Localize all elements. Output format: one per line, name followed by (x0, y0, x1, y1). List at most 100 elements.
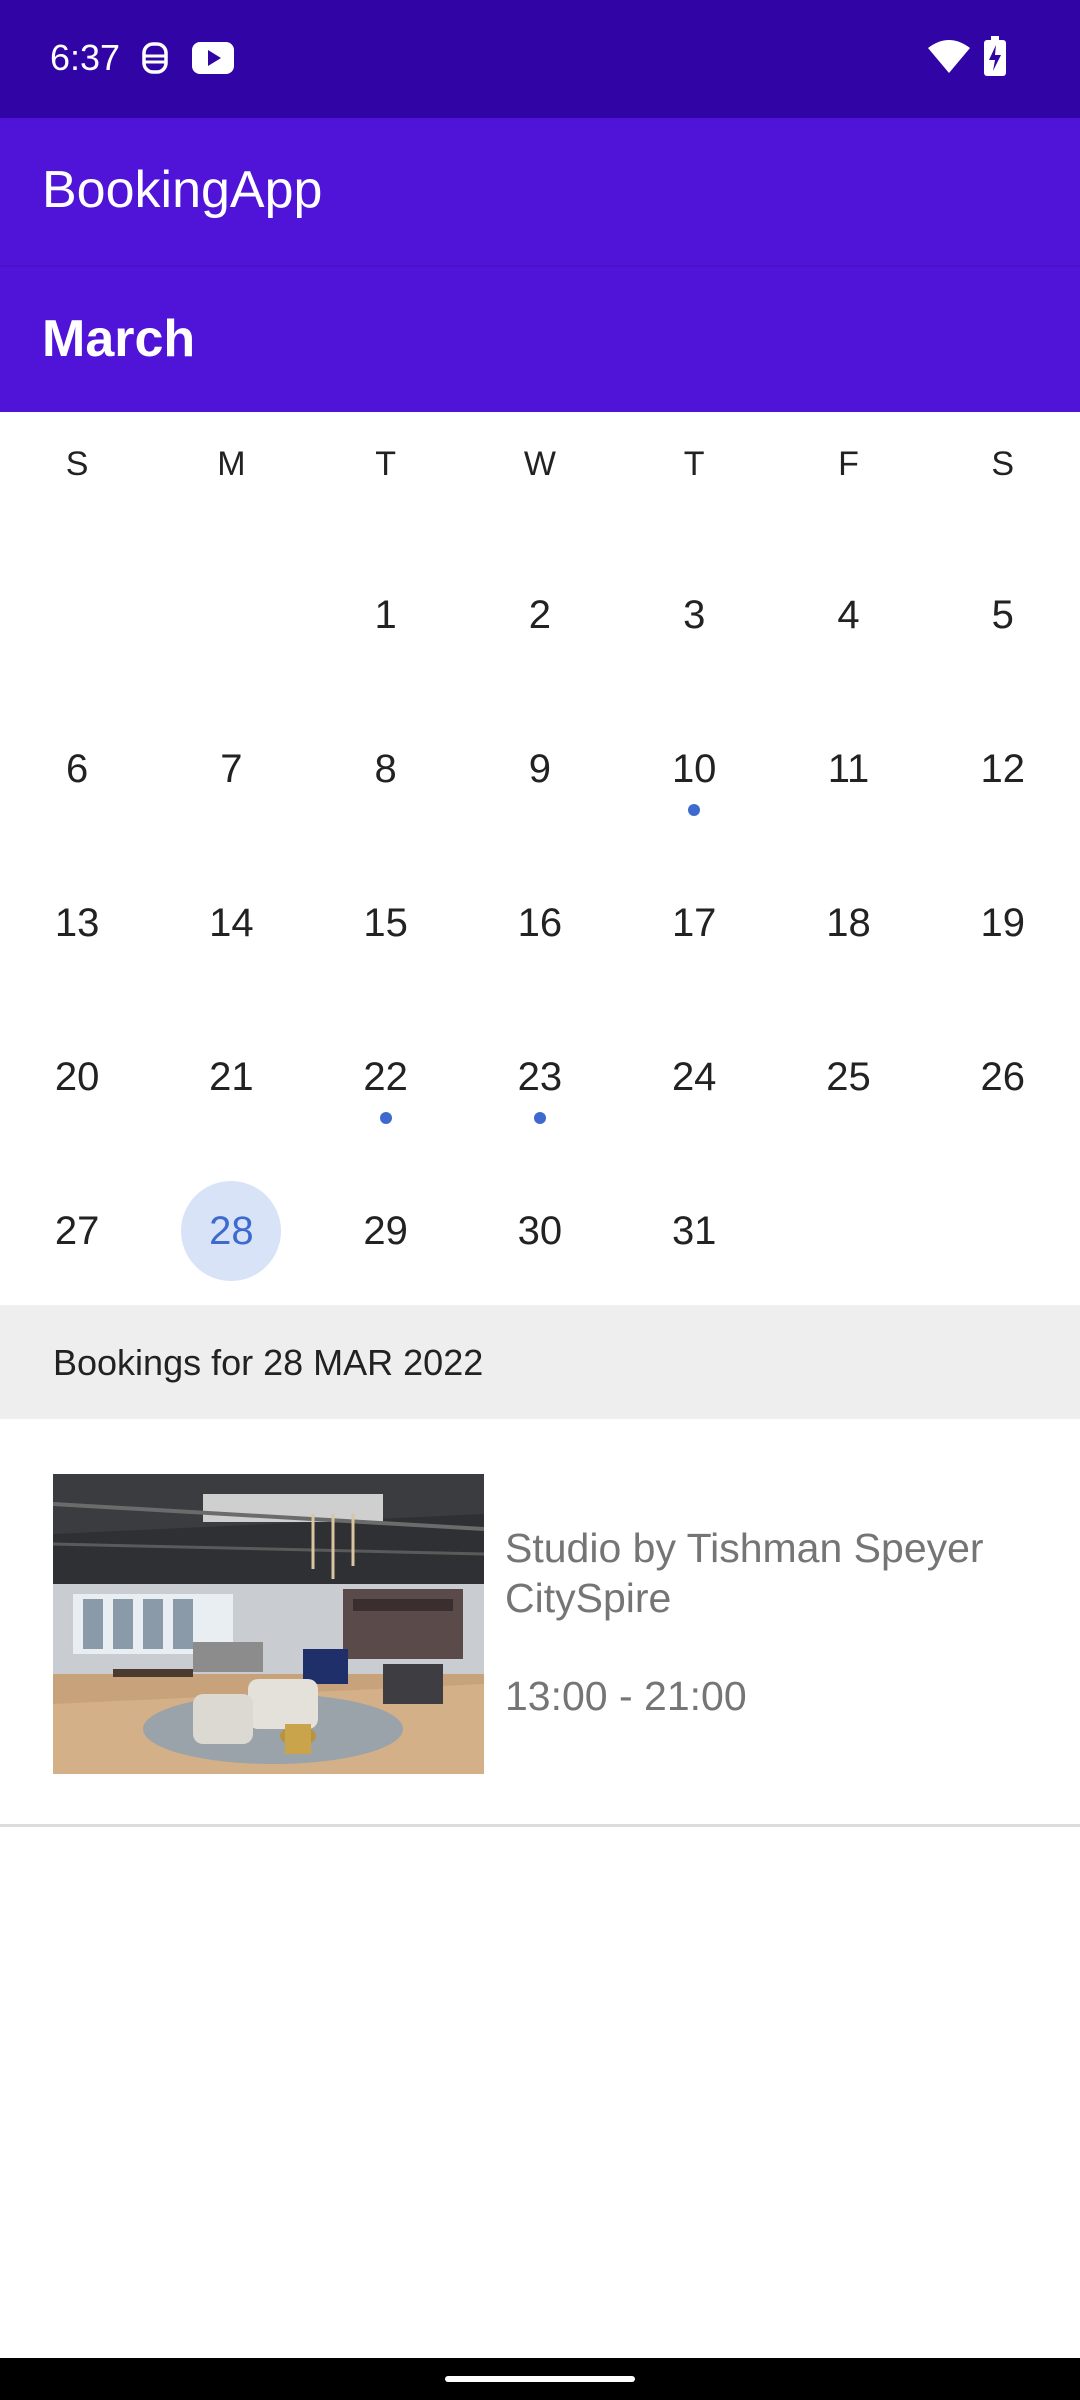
month-header: March (0, 265, 1080, 412)
weekday-label: M (217, 445, 246, 483)
calendar-day[interactable]: 12 (926, 692, 1080, 846)
booking-indicator-dot (533, 1112, 546, 1124)
calendar-day-number: 21 (209, 1055, 254, 1099)
wifi-icon (928, 40, 970, 79)
calendar-week-row: 13 14 15 16 17 18 19 (0, 846, 1080, 1000)
calendar-day[interactable]: 24 (617, 1000, 771, 1154)
calendar-week-row: 1 2 3 4 5 (0, 538, 1080, 692)
office-lounge-photo (53, 1474, 484, 1774)
calendar-day[interactable]: 25 (771, 1000, 925, 1154)
booking-indicator-dot (379, 1112, 392, 1124)
calendar-day[interactable]: 8 (309, 692, 463, 846)
battery-charging-icon (984, 36, 1006, 81)
calendar-day[interactable]: 30 (463, 1154, 617, 1308)
calendar-day-number: 17 (671, 901, 717, 945)
calendar-day[interactable]: 4 (771, 538, 925, 692)
booking-venue-name: Studio by Tishman Speyer CitySpire (505, 1525, 984, 1621)
calendar-day-number: 23 (517, 1055, 563, 1099)
booking-indicator-dot (688, 804, 701, 816)
weekday-label: T (375, 445, 397, 483)
calendar-day-number: 26 (980, 1055, 1025, 1099)
bookings-section-header: Bookings for 28 MAR 2022 (0, 1305, 1080, 1419)
month-title: March (42, 310, 196, 368)
calendar-day-number: 30 (517, 1209, 563, 1253)
calendar-day-number: 15 (363, 901, 408, 945)
calendar-day[interactable]: 7 (154, 692, 308, 846)
calendar-day[interactable]: 29 (309, 1154, 463, 1308)
booking-list-item[interactable]: Studio by Tishman Speyer CitySpire 13:00… (0, 1419, 1080, 1827)
calendar-day-number: 19 (980, 901, 1025, 945)
calendar-day-number: 18 (826, 901, 871, 945)
calendar-day-number: 22 (363, 1055, 408, 1099)
calendar-day[interactable]: 22 (309, 1000, 463, 1154)
weekday-label: F (838, 445, 859, 483)
calendar-day[interactable]: 1 (309, 538, 463, 692)
weekday-row: S M T W T F S (0, 412, 1080, 516)
calendar-day-number: 16 (517, 901, 563, 945)
calendar-day-number: 13 (54, 901, 100, 945)
calendar-day[interactable]: 23 (463, 1000, 617, 1154)
weekday-label: S (991, 445, 1015, 483)
calendar-day[interactable]: 5 (926, 538, 1080, 692)
calendar-day-number: 6 (66, 747, 89, 791)
calendar-day[interactable]: 2 (463, 538, 617, 692)
calendar-day-number: 5 (991, 593, 1014, 637)
calendar-day[interactable]: 15 (309, 846, 463, 1000)
calendar-day[interactable]: 10 (617, 692, 771, 846)
calendar-day[interactable]: 28 (154, 1154, 308, 1308)
calendar-day-empty (926, 1154, 1080, 1308)
calendar-day-number: 29 (363, 1209, 408, 1253)
debug-face-icon (140, 40, 170, 81)
calendar-day-number: 3 (683, 593, 706, 637)
calendar-day[interactable]: 18 (771, 846, 925, 1000)
calendar-day-empty (0, 538, 154, 692)
calendar-day-number: 24 (671, 1055, 717, 1099)
booking-time-range: 13:00 - 21:00 (505, 1673, 747, 1719)
calendar-day[interactable]: 14 (154, 846, 308, 1000)
calendar-day-number: 11 (827, 747, 870, 791)
app-title: BookingApp (42, 161, 323, 219)
calendar-day-number: 25 (826, 1055, 871, 1099)
calendar-day[interactable]: 20 (0, 1000, 154, 1154)
calendar: S M T W T F S 1 2 3 4 5 6 7 8 9 10 11 12 13 14 15 16 17 1… (0, 412, 1080, 1305)
calendar-day[interactable]: 19 (926, 846, 1080, 1000)
calendar-week-row: 27 28 29 30 31 (0, 1154, 1080, 1308)
calendar-day[interactable]: 26 (926, 1000, 1080, 1154)
calendar-day-number: 4 (837, 593, 860, 637)
weekday-label: S (65, 445, 89, 483)
calendar-day[interactable]: 13 (0, 846, 154, 1000)
calendar-day-number: 1 (374, 593, 397, 637)
calendar-day[interactable]: 27 (0, 1154, 154, 1308)
calendar-week-row: 20 21 22 23 24 25 26 (0, 1000, 1080, 1154)
app-bar: BookingApp (0, 118, 1080, 265)
weekday-label: T (683, 445, 705, 483)
calendar-day[interactable]: 17 (617, 846, 771, 1000)
bookings-section-title: Bookings for 28 MAR 2022 (53, 1342, 484, 1383)
calendar-day-number: 12 (980, 747, 1025, 791)
status-time: 6:37 (50, 37, 121, 78)
calendar-week-row: 6 7 8 9 10 11 12 (0, 692, 1080, 846)
calendar-day-number: 8 (374, 747, 397, 791)
status-bar: 6:37 (0, 0, 1080, 118)
calendar-day-number: 28 (209, 1209, 254, 1253)
calendar-day-number: 9 (528, 747, 552, 791)
calendar-day-number: 14 (209, 901, 254, 945)
calendar-day-number: 20 (54, 1055, 100, 1099)
weekday-label: W (523, 445, 556, 483)
calendar-day[interactable]: 11 (771, 692, 925, 846)
calendar-day[interactable]: 3 (617, 538, 771, 692)
home-gesture-handle[interactable] (445, 2376, 635, 2382)
calendar-day-empty (154, 538, 308, 692)
calendar-day-number: 2 (528, 593, 552, 637)
navigation-bar (0, 2358, 1080, 2400)
calendar-day[interactable]: 6 (0, 692, 154, 846)
calendar-day[interactable]: 21 (154, 1000, 308, 1154)
calendar-day-empty (771, 1154, 925, 1308)
calendar-day-number: 27 (54, 1209, 100, 1253)
calendar-day-number: 7 (220, 747, 243, 791)
calendar-day[interactable]: 31 (617, 1154, 771, 1308)
calendar-day-number: 10 (671, 747, 717, 791)
calendar-day[interactable]: 16 (463, 846, 617, 1000)
calendar-day-number: 31 (671, 1209, 717, 1253)
calendar-day[interactable]: 9 (463, 692, 617, 846)
